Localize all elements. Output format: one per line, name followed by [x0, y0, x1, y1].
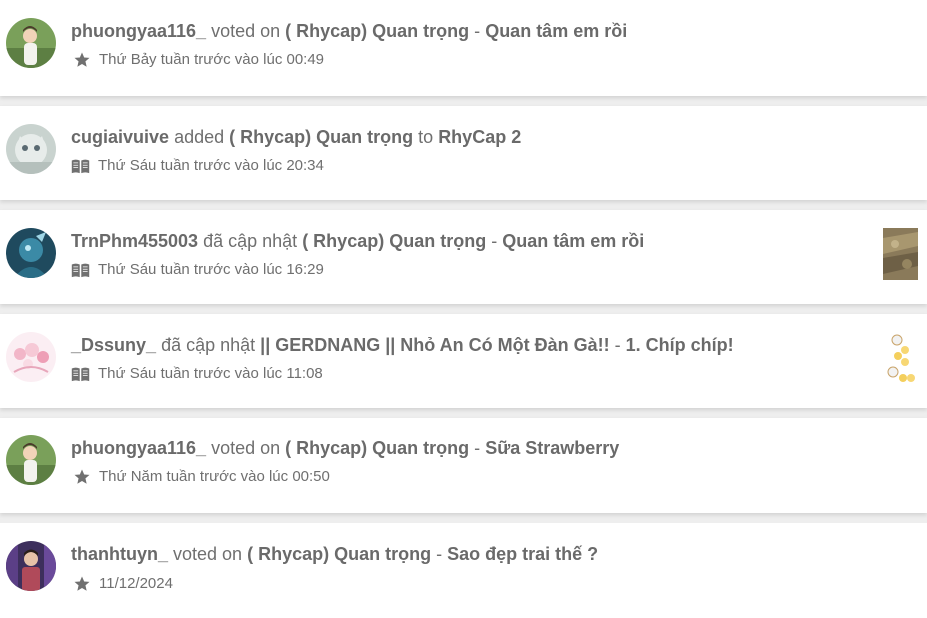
separator: - — [474, 438, 481, 458]
feed-item: phuongyaa116_ voted on ( Rhycap) Quan tr… — [0, 418, 927, 513]
chapter-link[interactable]: Sao đẹp trai thế ? — [447, 544, 598, 564]
avatar[interactable] — [6, 124, 56, 174]
chapter-link[interactable]: Quan tâm em rồi — [502, 231, 644, 251]
username-link[interactable]: _Dssuny_ — [71, 335, 156, 355]
activity-meta: Thứ Bảy tuần trước vào lúc 00:49 — [73, 51, 324, 69]
separator: - — [614, 335, 621, 355]
activity-text: _Dssuny_ đã cập nhật || GERDNANG || Nhỏ … — [71, 334, 734, 356]
story-link[interactable]: || GERDNANG || Nhỏ An Có Một Đàn Gà!! — [260, 335, 609, 355]
story-link[interactable]: ( Rhycap) Quan trọng — [247, 544, 431, 564]
chapter-link[interactable]: 1. Chíp chíp! — [626, 335, 734, 355]
chapter-link[interactable]: Quan tâm em rồi — [485, 21, 627, 41]
timestamp: 11/12/2024 — [99, 575, 173, 592]
activity-text: phuongyaa116_ voted on ( Rhycap) Quan tr… — [71, 437, 619, 459]
avatar[interactable] — [6, 228, 56, 278]
username-link[interactable]: phuongyaa116_ — [71, 438, 206, 458]
timestamp: Thứ Sáu tuần trước vào lúc 20:34 — [98, 157, 324, 174]
activity-text: phuongyaa116_ voted on ( Rhycap) Quan tr… — [71, 20, 627, 42]
username-link[interactable]: cugiaivuive — [71, 127, 169, 147]
avatar[interactable] — [6, 18, 56, 68]
separator: - — [436, 544, 443, 564]
action-text: đã cập nhật — [203, 231, 298, 251]
star-icon — [73, 468, 91, 486]
separator: to — [418, 127, 434, 147]
avatar[interactable] — [6, 435, 56, 485]
timestamp: Thứ Sáu tuần trước vào lúc 11:08 — [98, 365, 323, 382]
activity-feed: phuongyaa116_ voted on ( Rhycap) Quan tr… — [0, 0, 927, 618]
activity-meta: Thứ Năm tuần trước vào lúc 00:50 — [73, 468, 330, 486]
book-icon — [71, 262, 90, 278]
story-link[interactable]: ( Rhycap) Quan trọng — [285, 438, 469, 458]
timestamp: Thứ Năm tuần trước vào lúc 00:50 — [99, 468, 330, 485]
story-link[interactable]: ( Rhycap) Quan trọng — [302, 231, 486, 251]
feed-item: _Dssuny_ đã cập nhật || GERDNANG || Nhỏ … — [0, 314, 927, 408]
timestamp: Thứ Bảy tuần trước vào lúc 00:49 — [99, 51, 325, 68]
activity-meta: Thứ Sáu tuần trước vào lúc 11:08 — [71, 365, 323, 383]
feed-item: phuongyaa116_ voted on ( Rhycap) Quan tr… — [0, 0, 927, 96]
action-text: voted on — [173, 544, 243, 564]
activity-text: TrnPhm455003 đã cập nhật ( Rhycap) Quan … — [71, 230, 644, 252]
activity-meta: Thứ Sáu tuần trước vào lúc 20:34 — [71, 157, 324, 175]
avatar[interactable] — [6, 332, 56, 382]
activity-meta: 11/12/2024 — [73, 575, 173, 593]
story-link[interactable]: ( Rhycap) Quan trọng — [229, 127, 413, 147]
separator: - — [474, 21, 481, 41]
story-cover-thumbnail[interactable] — [883, 228, 918, 280]
feed-item: cugiaivuive added ( Rhycap) Quan trọng t… — [0, 106, 927, 200]
avatar[interactable] — [6, 541, 56, 591]
timestamp: Thứ Sáu tuần trước vào lúc 16:29 — [98, 261, 324, 278]
feed-item: thanhtuyn_ voted on ( Rhycap) Quan trọng… — [0, 523, 927, 618]
username-link[interactable]: TrnPhm455003 — [71, 231, 198, 251]
separator: - — [491, 231, 498, 251]
action-text: voted on — [211, 21, 281, 41]
activity-text: cugiaivuive added ( Rhycap) Quan trọng t… — [71, 126, 521, 148]
story-cover-thumbnail[interactable] — [883, 332, 918, 384]
book-icon — [71, 158, 90, 174]
star-icon — [73, 575, 91, 593]
username-link[interactable]: phuongyaa116_ — [71, 21, 206, 41]
activity-meta: Thứ Sáu tuần trước vào lúc 16:29 — [71, 261, 324, 279]
username-link[interactable]: thanhtuyn_ — [71, 544, 168, 564]
chapter-link[interactable]: Sữa Strawberry — [485, 438, 619, 458]
activity-text: thanhtuyn_ voted on ( Rhycap) Quan trọng… — [71, 543, 598, 565]
story-link[interactable]: ( Rhycap) Quan trọng — [285, 21, 469, 41]
action-text: voted on — [211, 438, 281, 458]
book-icon — [71, 366, 90, 382]
action-text: đã cập nhật — [161, 335, 256, 355]
star-icon — [73, 51, 91, 69]
feed-item: TrnPhm455003 đã cập nhật ( Rhycap) Quan … — [0, 210, 927, 304]
reading-list-link[interactable]: RhyCap 2 — [438, 127, 521, 147]
action-text: added — [174, 127, 225, 147]
